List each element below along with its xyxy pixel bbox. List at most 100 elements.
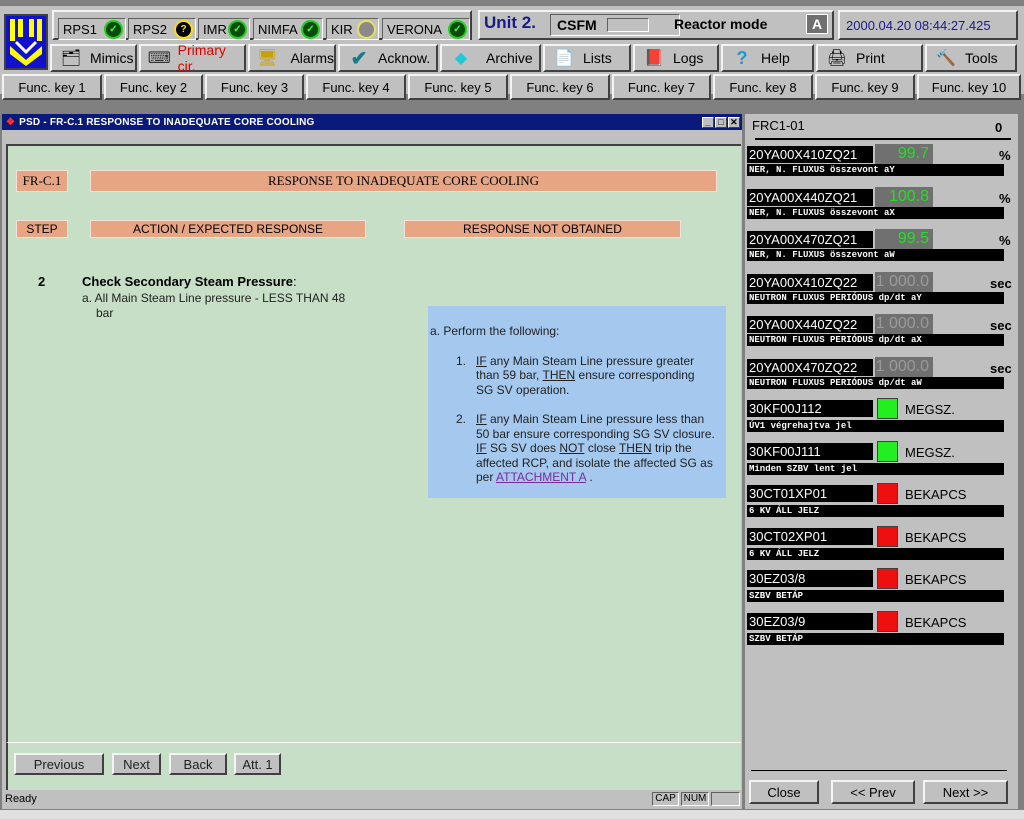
panel-title: FRC1-01 [752,118,805,133]
question-mark-icon: ? [736,47,748,68]
panel-next-button[interactable]: Next >> [923,780,1008,804]
check-icon: ✓ [303,21,318,37]
signal-unit: sec [990,275,1012,291]
step-substep-a-cont: bar [96,306,114,320]
archive-button[interactable]: ◆ Archive [440,44,541,72]
panel-close-button[interactable]: Close [749,780,819,804]
question-icon: ? [176,21,191,37]
function-key-6[interactable]: Func. key 6 [510,74,610,100]
analog-signal-row[interactable]: 20YA00X410ZQ21 99.7% NER, N. FLUXUS összev… [747,144,1017,184]
column-header-step: STEP [16,220,68,238]
binary-signal-row[interactable]: 30KF00J112 MEGSZ. ÚV1 végrehajtva jel [747,398,1017,438]
signal-tag: 30EZ03/8 [747,570,873,587]
num-indicator: NUM [681,792,709,806]
function-key-2[interactable]: Func. key 2 [104,74,203,100]
signal-tag: 30EZ03/9 [747,612,873,630]
previous-button[interactable]: Previous [14,753,104,775]
analog-signal-row[interactable]: 20YA00X410ZQ22 1 000.0 sec NEUTRON FLUXUS P… [747,271,1017,312]
status-rps1[interactable]: RPS1 ✓ [58,18,126,40]
status-nimfa[interactable]: NIMFA ✓ [253,18,323,40]
signal-unit: % [999,148,1011,163]
signal-description: NER, N. FLUXUS összevont aW [747,249,1004,261]
binary-signal-row[interactable]: 30KF00J111 MEGSZ. Minden SZBV lent jel [747,440,1017,481]
signal-tag: 20YA00X410ZQ22 [747,273,873,291]
primary-circuit-button[interactable]: ⌨ Primary cir. [139,42,246,74]
signal-description: ÚV1 végrehajtva jel [747,420,1004,432]
binary-signal-row[interactable]: 30CT01XP01 BEKAPCS 6 KV ÁLL JELZ [747,483,1017,523]
function-key-1[interactable]: Func. key 1 [2,74,102,100]
signal-tag: 20YA00X470ZQ21 [747,231,873,248]
function-key-9[interactable]: Func. key 9 [815,74,915,100]
check-icon: ✓ [230,21,245,37]
maximize-button[interactable]: □ [715,116,727,128]
signal-unit: sec [990,360,1012,376]
top-bar: RPS1 ✓ RPS2? IMR ✓ NIMFA ✓ KIR VERONA ✓ Unit… [0,6,1024,100]
status-led-icon [877,525,898,547]
signal-state: MEGSZ. [905,402,955,417]
function-key-4[interactable]: Func. key 4 [306,74,406,100]
keyboard-icon: ⌨ [147,50,171,67]
analog-signal-row[interactable]: 20YA00X470ZQ21 99.5% NER, N. FLUXUS összev… [747,229,1017,269]
close-window-button[interactable]: ✕ [728,116,740,128]
signal-state: BEKAPCS [905,487,967,502]
signal-value: 100.8 [875,186,933,207]
csfm-value-box [606,18,649,32]
lists-button[interactable]: 📄 Lists [543,44,631,72]
signal-state: BEKAPCS [905,614,967,630]
procedure-window: ❖ PSD - FR-C.1 RESPONSE TO INADEQUATE CO… [2,114,742,809]
procedure-title: RESPONSE TO INADEQUATE CORE COOLING [90,170,717,192]
status-kir[interactable]: KIR [326,18,379,40]
signal-description: NEUTRON FLUXUS PERIÓDUS dp/dt aY [747,291,1004,304]
reactor-mode-value: A [806,14,828,34]
status-imr[interactable]: IMR ✓ [198,18,250,40]
function-key-7[interactable]: Func. key 7 [612,74,711,100]
attachment-a-link[interactable]: ATTACHMENT A [496,470,586,484]
binary-signal-row[interactable]: 30CT02XP01 BEKAPCS 6 KV ÁLL JELZ [747,525,1017,566]
analog-signal-row[interactable]: 20YA00X440ZQ21 100.8% NER, N. FLUXUS össze… [747,186,1017,227]
status-rps2[interactable]: RPS2? [128,18,196,40]
function-key-5[interactable]: Func. key 5 [408,74,508,100]
hammer-icon: 🔨 [936,50,956,67]
signal-value: 99.7 [875,144,933,164]
signal-value: 1 000.0 [875,314,933,334]
next-button[interactable]: Next [112,753,161,775]
signal-unit: % [999,233,1011,248]
signal-tag: 20YA00X470ZQ22 [747,358,873,376]
print-button[interactable]: 🖨 Print [816,44,923,72]
back-button[interactable]: Back [169,753,227,775]
signal-description: SZBV BETÁP [747,632,1004,645]
attachment-1-button[interactable]: Att. 1 [234,753,281,775]
window-titlebar[interactable]: ❖ PSD - FR-C.1 RESPONSE TO INADEQUATE CO… [2,114,742,130]
panel-prev-button[interactable]: << Prev [831,780,915,804]
signal-description: 6 KV ÁLL JELZ [747,547,1004,560]
taskbar-strip [0,810,1024,819]
signal-tag: 30KF00J112 [747,400,873,417]
logs-button[interactable]: 📕 Logs [633,44,719,72]
alarms-button[interactable]: 🖥 Alarms [248,44,336,72]
signal-tag: 20YA00X440ZQ22 [747,316,873,333]
signal-unit: % [999,190,1011,206]
status-led-icon [877,398,898,419]
function-key-3[interactable]: Func. key 3 [205,74,304,100]
function-key-10[interactable]: Func. key 10 [917,74,1021,100]
help-button[interactable]: ? Help [721,44,814,72]
signal-tag: 30KF00J111 [747,442,873,460]
function-key-8[interactable]: Func. key 8 [713,74,813,100]
binary-signal-row[interactable]: 30EZ03/9 BEKAPCS SZBV BETÁP [747,610,1017,651]
minimize-button[interactable]: _ [702,116,714,128]
binary-signal-row[interactable]: 30EZ03/8 BEKAPCS SZBV BETÁP [747,568,1017,608]
check-icon: ✓ [106,21,121,37]
analog-signal-row[interactable]: 20YA00X470ZQ22 1 000.0 sec NEUTRON FLUXUS P… [747,356,1017,397]
analog-signal-row[interactable]: 20YA00X440ZQ22 1 000.0 sec NEUTRON FLUXUS P… [747,314,1017,354]
tools-button[interactable]: 🔨 Tools [925,44,1017,72]
logo [4,14,48,70]
mimics-button[interactable]: 🗂 Mimics [50,44,137,72]
signal-description: NER, N. FLUXUS összevont aY [747,164,1004,176]
signal-description: 6 KV ÁLL JELZ [747,505,1004,517]
status-verona[interactable]: VERONA ✓ [382,18,470,40]
panel-counter: 0 [995,120,1003,135]
caps-indicator: CAP [652,792,679,806]
signal-unit: sec [990,318,1012,333]
acknowledge-button[interactable]: ✔ Acknow. [338,44,438,72]
window-status-bar: Ready CAP NUM [2,790,742,808]
